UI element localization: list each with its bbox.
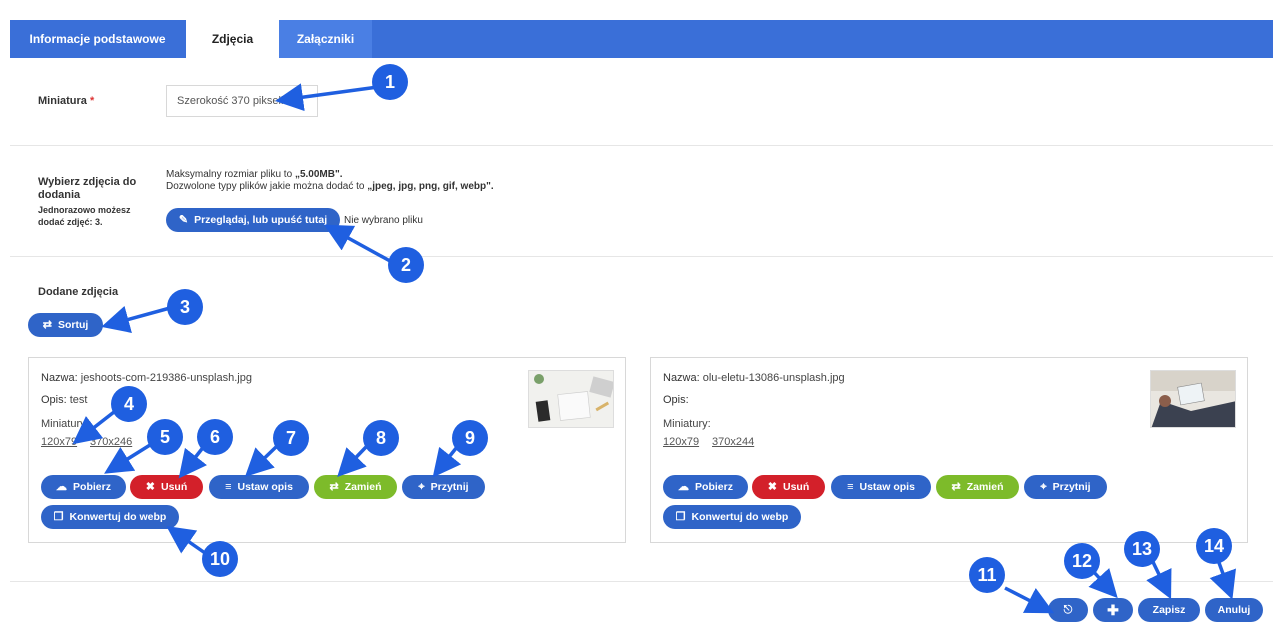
thumbnail-size-link[interactable]: 120x79 [41,436,77,448]
tab-basic-info[interactable]: Informacje podstawowe [10,20,185,58]
swap-icon: ⇄ [951,480,961,493]
callout-13: 13 [1124,531,1160,567]
arrow-3 [101,305,171,333]
crop-button[interactable]: ⌖ Przytnij [1024,475,1107,499]
thumbnails-label: Miniatury: [41,418,89,430]
photo-name: Nazwa: olu-eletu-13086-unsplash.jpg [663,372,845,384]
divider [10,145,1273,146]
swap-icon: ⇄ [42,318,52,331]
cloud-download-icon: ☁ [56,480,68,493]
added-photos-label: Dodane zdjęcia [38,286,119,298]
photo-card: Nazwa: olu-eletu-13086-unsplash.jpg Opis… [650,357,1248,543]
browse-files-button[interactable]: ✎ Przeglądaj, lub upuść tutaj [166,208,340,232]
cancel-button[interactable]: Anuluj [1205,598,1263,622]
max-size-text: Maksymalny rozmiar pliku to „5.00MB". [166,169,343,180]
thumbnails-label: Miniatury: [663,418,711,430]
upload-icon: ✎ [178,213,189,226]
replace-button[interactable]: ⇄ Zamień [936,475,1019,499]
arrow-13 [1146,561,1172,600]
crop-icon: ⌖ [1040,480,1047,493]
cloud-download-icon: ☁ [678,480,690,493]
callout-11: 11 [969,557,1005,593]
callout-12: 12 [1064,543,1100,579]
delete-button[interactable]: ✖ Usuń [752,475,825,499]
set-description-button[interactable]: ≡ Ustaw opis [831,475,931,499]
replace-button[interactable]: ⇄ Zamień [314,475,397,499]
upload-limit-note: Jednorazowo możesz dodać zdjęć: 3. [38,205,131,227]
callout-6: 6 [197,419,233,455]
tab-photos[interactable]: Zdjęcia [186,20,279,58]
callout-14: 14 [1196,528,1232,564]
arrow-11 [1004,586,1055,614]
photo-description: Opis: [663,394,689,406]
thumbnail-size-select[interactable]: Szerokość 370 pikseli [166,85,318,117]
align-left-icon: ≡ [847,480,854,493]
photo-thumbnail[interactable] [1150,370,1236,428]
convert-webp-button[interactable]: ❐ Konwertuj do webp [663,505,801,529]
align-left-icon: ≡ [225,480,232,493]
desk-photo-image [529,371,613,427]
photo-card: Nazwa: jeshoots-com-219386-unsplash.jpg … [28,357,626,543]
arrow-14 [1209,559,1236,600]
swap-icon: ⇄ [329,480,339,493]
crop-icon: ⌖ [418,480,425,493]
back-to-list-button[interactable]: ⎋ [1048,598,1088,622]
crop-button[interactable]: ⌖ Przytnij [402,475,485,499]
photo-description: Opis: test [41,394,88,406]
callout-7: 7 [273,420,309,456]
download-button[interactable]: ☁ Pobierz [41,475,126,499]
callout-2: 2 [388,247,424,283]
close-icon: ✖ [767,480,777,493]
divider [10,256,1273,257]
callout-3: 3 [167,289,203,325]
callout-8: 8 [363,420,399,456]
return-icon: ⎋ [1063,603,1073,616]
tab-attachments[interactable]: Załączniki [279,20,372,58]
no-file-text: Nie wybrano pliku [344,215,423,226]
callout-9: 9 [452,420,488,456]
close-icon: ✖ [145,480,155,493]
set-description-button[interactable]: ≡ Ustaw opis [209,475,309,499]
sort-button[interactable]: ⇄ Sortuj [28,313,103,337]
upload-label: Wybierz zdjęcia do dodania [38,176,137,201]
tab-bar: Informacje podstawowe Zdjęcia Załączniki [10,20,1273,58]
download-button[interactable]: ☁ Pobierz [663,475,748,499]
delete-button[interactable]: ✖ Usuń [130,475,203,499]
callout-5: 5 [147,419,183,455]
callout-10: 10 [202,541,238,577]
plus-icon: ✚ [1107,602,1119,618]
required-mark: * [89,95,95,107]
tablet-photo-image [1151,371,1235,427]
thumbnail-label: Miniatura * [38,95,95,107]
add-button[interactable]: ✚ [1093,598,1133,622]
photo-name: Nazwa: jeshoots-com-219386-unsplash.jpg [41,372,252,384]
allowed-types-text: Dozwolone typy plików jakie można dodać … [166,181,494,192]
copy-icon: ❐ [675,510,686,523]
thumbnail-size-link[interactable]: 370x244 [712,436,754,448]
callout-4: 4 [111,386,147,422]
callout-1: 1 [372,64,408,100]
save-button[interactable]: Zapisz [1138,598,1200,622]
convert-webp-button[interactable]: ❐ Konwertuj do webp [41,505,179,529]
thumbnail-size-link[interactable]: 120x79 [663,436,699,448]
photo-thumbnail[interactable] [528,370,614,428]
thumbnail-size-link[interactable]: 370x246 [90,436,132,448]
copy-icon: ❐ [53,510,64,523]
divider [10,581,1273,582]
